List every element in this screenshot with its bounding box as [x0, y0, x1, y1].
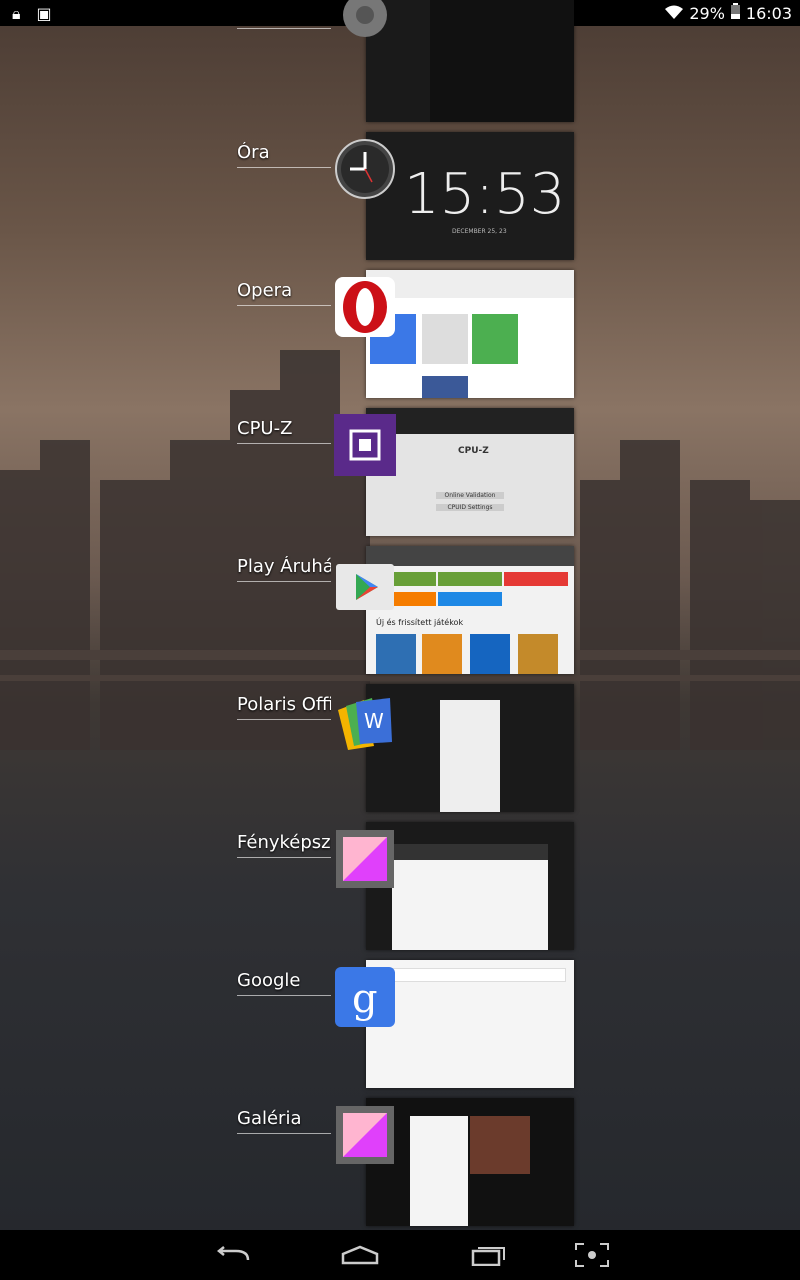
recent-app-gallery[interactable]: Galéria [0, 1098, 800, 1230]
opera-icon [335, 277, 395, 337]
clock-thumb-date: DECEMBER 25, 23 [452, 228, 507, 235]
app-label: Óra [237, 142, 331, 168]
back-button[interactable] [202, 1238, 262, 1272]
app-label: CPU-Z [237, 418, 331, 444]
app-label [237, 10, 331, 29]
app-label: Opera [237, 280, 331, 306]
app-label: Polaris Office [237, 694, 331, 720]
gear-icon [343, 0, 387, 37]
recent-app-google[interactable]: Google g [0, 960, 800, 1092]
screenshot-icon [575, 1243, 609, 1267]
play-thumb-section: Új és frissített játékok [376, 618, 464, 627]
app-label: Galéria [237, 1108, 331, 1134]
recent-app-opera[interactable]: Opera [0, 270, 800, 402]
google-thumbnail[interactable] [366, 960, 574, 1088]
recent-app-cpuz[interactable]: CPU-Z CPU-Z Online Validation CPUID Sett… [0, 408, 800, 540]
recent-app-polaris-office[interactable]: Polaris Office W [0, 684, 800, 816]
recent-app-clock[interactable]: Óra 15:53 DECEMBER 25, 23 [0, 132, 800, 264]
recent-app-play-store[interactable]: Play Áruház Új és frissített játékok [0, 546, 800, 678]
cpuz-thumb-btn1: Online Validation [436, 492, 504, 499]
cpuz-thumbnail[interactable]: CPU-Z Online Validation CPUID Settings [366, 408, 574, 536]
polaris-office-thumbnail[interactable] [366, 684, 574, 812]
clock-thumbnail[interactable]: 15:53 DECEMBER 25, 23 [366, 132, 574, 260]
settings-thumbnail[interactable] [366, 0, 574, 122]
app-label: Google [237, 970, 331, 996]
recent-app-photo-editor[interactable]: Fényképszerkesztő [0, 822, 800, 954]
opera-thumbnail[interactable] [366, 270, 574, 398]
polaris-office-icon: W [338, 698, 392, 750]
cpuz-thumb-btn2: CPUID Settings [436, 504, 504, 511]
recent-apps-icon [471, 1247, 505, 1266]
play-store-thumbnail[interactable]: Új és frissített játékok [366, 546, 574, 674]
play-store-icon [336, 564, 394, 610]
recent-apps-button[interactable] [458, 1238, 518, 1272]
home-button[interactable] [330, 1238, 390, 1272]
photo-editor-icon [336, 830, 394, 888]
google-search-icon: g [335, 967, 395, 1027]
svg-text:g: g [352, 976, 378, 1022]
cpuz-thumb-title: CPU-Z [458, 446, 489, 456]
cpu-chip-icon [334, 414, 396, 476]
gallery-icon [336, 1106, 394, 1164]
clock-thumb-time: 15:53 [404, 162, 566, 227]
recent-app-settings[interactable] [0, 0, 800, 126]
app-label: Play Áruház [237, 556, 331, 582]
back-icon [216, 1246, 250, 1261]
photo-editor-thumbnail[interactable] [366, 822, 574, 950]
screenshot-button[interactable] [562, 1238, 622, 1272]
gallery-thumbnail[interactable] [366, 1098, 574, 1226]
clock-icon [335, 139, 395, 199]
svg-text:W: W [364, 709, 384, 733]
home-icon [341, 1245, 379, 1265]
navigation-bar [0, 1230, 800, 1280]
app-label: Fényképszerkesztő [237, 832, 331, 858]
